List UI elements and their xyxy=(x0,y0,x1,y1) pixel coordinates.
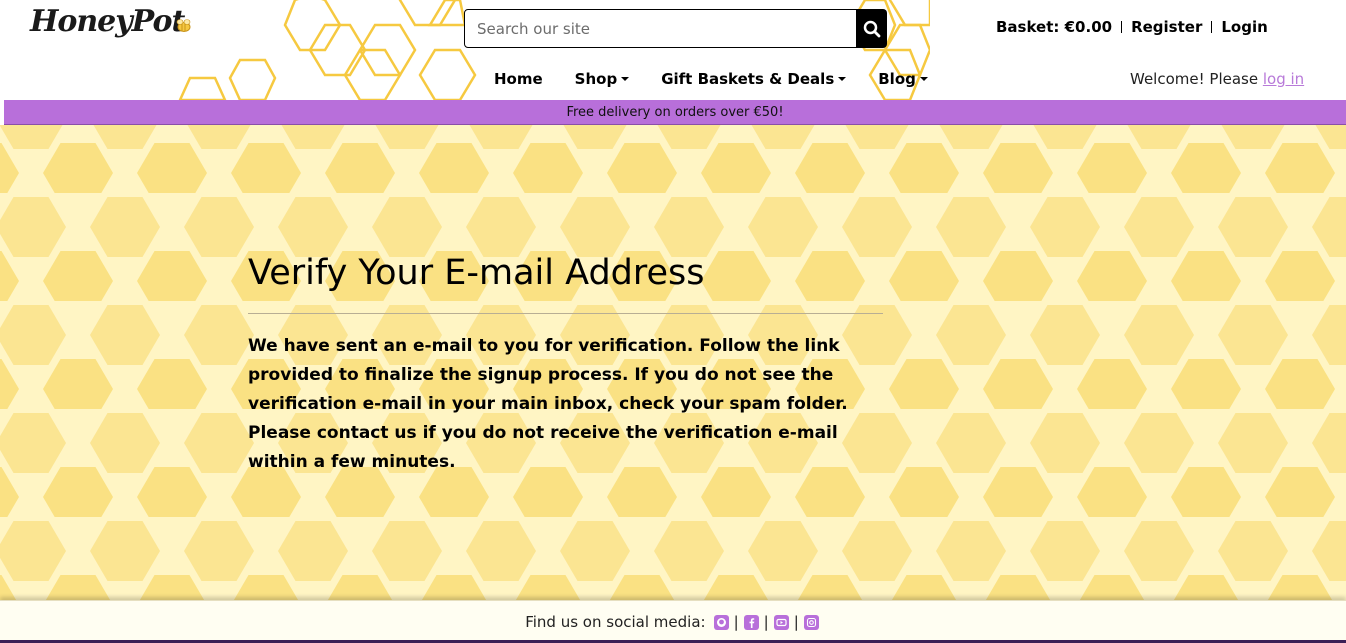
divider xyxy=(1121,21,1123,33)
site-footer: Find us on social media: | | | xyxy=(0,600,1346,643)
main-content: Verify Your E-mail Address We have sent … xyxy=(0,125,1346,600)
search-icon xyxy=(863,20,881,37)
welcome-message: Welcome! Please log in xyxy=(1130,70,1304,88)
search-button[interactable] xyxy=(857,9,887,48)
youtube-icon[interactable] xyxy=(773,614,789,630)
main-nav: Home Shop Gift Baskets & Deals Blog xyxy=(494,70,960,88)
social-links: | | | xyxy=(712,613,821,631)
instagram-icon[interactable] xyxy=(803,614,819,630)
chevron-down-icon xyxy=(919,77,928,81)
verify-email-panel: Verify Your E-mail Address We have sent … xyxy=(248,250,883,477)
nav-item-gift-baskets[interactable]: Gift Baskets & Deals xyxy=(661,70,847,88)
search-form xyxy=(464,9,887,48)
login-prompt-link[interactable]: log in xyxy=(1263,70,1304,88)
nav-item-shop[interactable]: Shop xyxy=(575,70,630,88)
chevron-down-icon xyxy=(621,77,630,81)
site-header: HoneyPot Basket: €0.00 Register Login Ho… xyxy=(0,0,1346,100)
promo-text: Free delivery on orders over €50! xyxy=(566,104,784,120)
nav-item-label: Shop xyxy=(574,70,618,88)
site-logo[interactable]: HoneyPot xyxy=(30,4,185,39)
basket-link[interactable]: Basket: €0.00 xyxy=(996,18,1112,36)
nav-item-home[interactable]: Home xyxy=(494,70,543,88)
footer-text: Find us on social media: xyxy=(525,613,706,631)
login-link[interactable]: Login xyxy=(1221,18,1267,36)
divider xyxy=(1211,21,1213,33)
divider xyxy=(248,313,883,314)
chevron-down-icon xyxy=(838,77,847,81)
nav-item-label: Blog xyxy=(878,70,916,88)
register-link[interactable]: Register xyxy=(1131,18,1202,36)
page-title: Verify Your E-mail Address xyxy=(248,253,705,293)
nav-item-label: Home xyxy=(494,70,543,88)
github-icon[interactable] xyxy=(713,614,729,630)
verification-message: We have sent an e-mail to you for verifi… xyxy=(248,336,848,472)
divider: | xyxy=(763,613,769,631)
nav-item-blog[interactable]: Blog xyxy=(878,70,928,88)
bee-icon xyxy=(176,19,191,32)
nav-item-label: Gift Baskets & Deals xyxy=(661,70,835,88)
divider: | xyxy=(733,613,739,631)
welcome-text: Welcome! Please xyxy=(1130,70,1263,88)
facebook-icon[interactable] xyxy=(743,614,759,630)
search-input[interactable] xyxy=(464,9,858,48)
divider: | xyxy=(793,613,799,631)
promo-banner: Free delivery on orders over €50! xyxy=(4,100,1346,125)
account-links: Basket: €0.00 Register Login xyxy=(996,18,1268,36)
